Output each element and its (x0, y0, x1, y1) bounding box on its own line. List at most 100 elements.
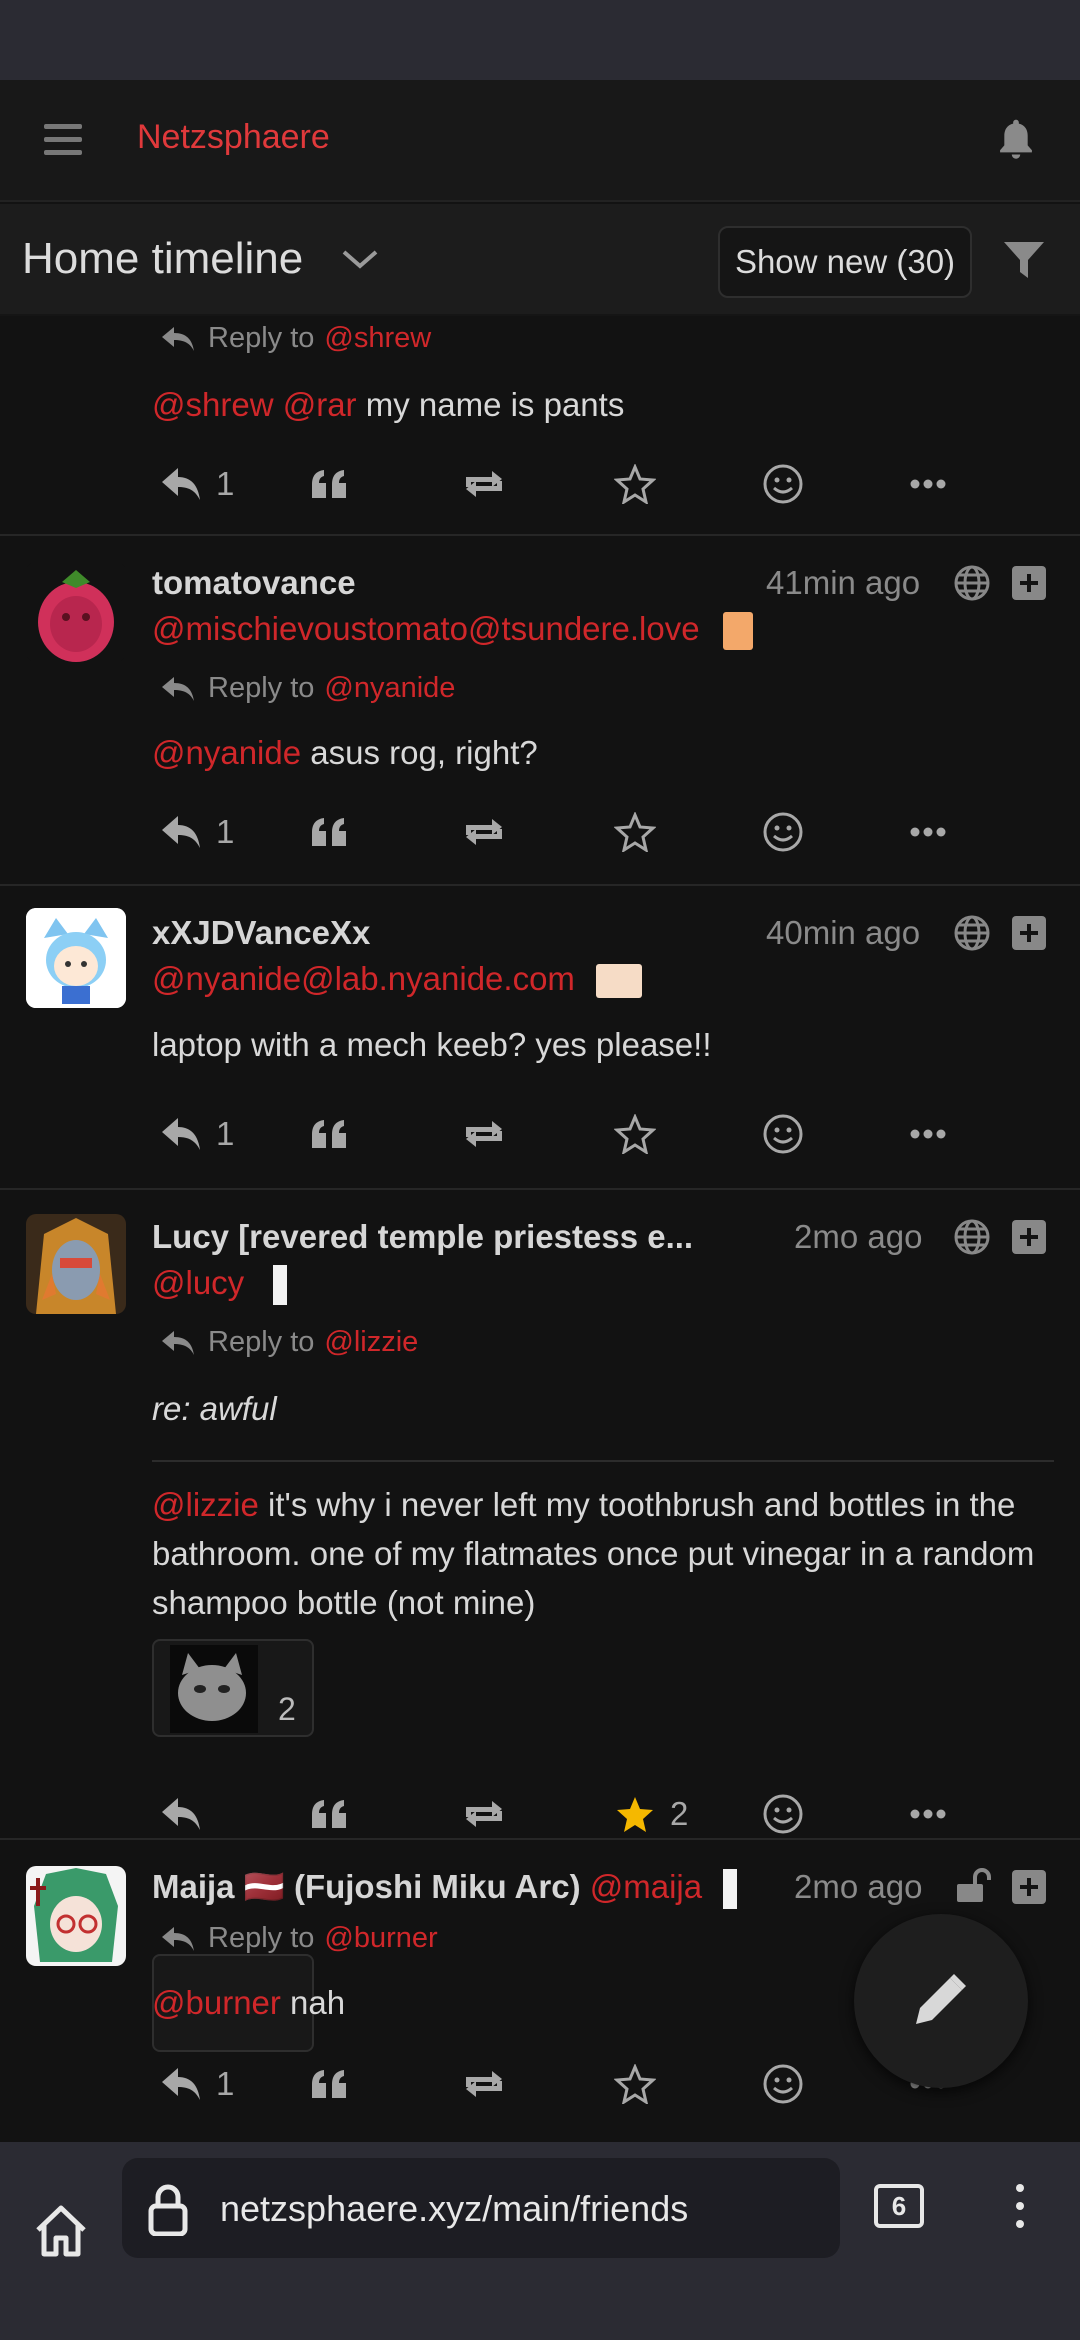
reply-to-mention[interactable]: @nyanide (324, 672, 455, 704)
instance-badge-icon (273, 1265, 288, 1306)
expand-plus-icon[interactable] (1012, 1220, 1046, 1254)
expand-plus-icon[interactable] (1012, 1870, 1046, 1904)
content-mention[interactable]: @burner (152, 1984, 281, 2021)
react-button[interactable] (762, 1784, 804, 1844)
more-button[interactable] (910, 1104, 946, 1164)
quote-button[interactable] (310, 1104, 350, 1164)
content-mention[interactable]: @rar (283, 386, 357, 423)
avatar[interactable] (26, 562, 126, 662)
account-handle[interactable]: @lucy (152, 1264, 288, 1306)
favorite-button[interactable]: 2 (614, 1784, 688, 1844)
avatar[interactable] (26, 1866, 126, 1966)
status-card: Reply to @shrew @shrew @rar my name is pa… (0, 316, 1080, 536)
display-name[interactable]: tomatovance (152, 564, 356, 602)
reply-button[interactable] (160, 1784, 202, 1844)
content-text: it's why i never left my toothbrush and … (152, 1486, 1035, 1621)
content-mention[interactable]: @shrew (152, 386, 274, 423)
timestamp[interactable]: 2mo ago (794, 1218, 922, 1256)
quote-button[interactable] (310, 2054, 350, 2114)
reply-to-mention[interactable]: @lizzie (324, 1326, 418, 1358)
favorite-button[interactable] (614, 802, 656, 862)
reply-count: 1 (216, 2065, 235, 2102)
home-icon[interactable] (32, 2202, 90, 2260)
status-actions: 1 (152, 1104, 1032, 1164)
repeat-button[interactable] (462, 1104, 506, 1164)
favorite-button[interactable] (614, 2054, 656, 2114)
attachment-preview[interactable]: 2 (152, 1639, 314, 1737)
emoji-icon (763, 812, 803, 852)
reply-button[interactable]: 1 (160, 454, 234, 514)
tab-switcher-button[interactable]: 6 (874, 2184, 924, 2228)
more-dots-icon (910, 1809, 946, 1819)
expand-plus-icon[interactable] (1012, 916, 1046, 950)
react-button[interactable] (762, 1104, 804, 1164)
repeat-button[interactable] (462, 802, 506, 862)
react-button[interactable] (762, 802, 804, 862)
display-name[interactable]: xXJDVanceXx (152, 914, 370, 952)
content-text: nah (280, 1984, 346, 2021)
favorite-button[interactable] (614, 1104, 656, 1164)
reply-button[interactable]: 1 (160, 1104, 234, 1164)
url-text[interactable]: netzsphaere.xyz/main/friends (220, 2188, 688, 2230)
reply-icon (162, 1798, 200, 1830)
content-mention[interactable]: @lizzie (152, 1486, 259, 1523)
reply-count: 1 (216, 1115, 235, 1152)
more-button[interactable] (910, 802, 946, 862)
menu-icon[interactable] (44, 124, 82, 156)
account-handle[interactable]: @mischievoustomato@tsundere.love (152, 610, 753, 651)
status-card: Lucy [revered temple priestess e... 2mo … (0, 1190, 1080, 2052)
cat-image (170, 1645, 258, 1733)
timestamp[interactable]: 40min ago (766, 914, 920, 952)
quote-icon (312, 1800, 346, 1828)
instance-brand[interactable]: Netzsphaere (137, 118, 330, 157)
avatar[interactable] (26, 908, 126, 1008)
favorite-button[interactable] (614, 454, 656, 514)
account-handle[interactable]: @nyanide@lab.nyanide.com (152, 960, 643, 999)
lock-icon[interactable] (148, 2182, 188, 2236)
status-card: xXJDVanceXx 40min ago @nyanide@lab.nyani… (0, 886, 1080, 1190)
show-new-button[interactable]: Show new (30) (718, 226, 972, 298)
status-subject[interactable]: re: awful (152, 1384, 1052, 1433)
timeline-title[interactable]: Home timeline (22, 234, 303, 284)
emoji-icon (763, 1114, 803, 1154)
reply-to-mention[interactable]: @shrew (324, 322, 431, 354)
content-mention[interactable]: @nyanide (152, 734, 301, 771)
repeat-icon (466, 471, 502, 497)
display-name[interactable]: Maija 🇱🇻 (Fujoshi Miku Arc) @maija (152, 1868, 738, 1910)
instance-badge-icon (596, 964, 643, 999)
repeat-button[interactable] (462, 454, 506, 514)
cirno-avatar-image (26, 908, 126, 1008)
chevron-down-icon[interactable] (340, 244, 380, 274)
compose-button[interactable] (854, 1914, 1028, 2088)
pencil-icon (916, 1974, 966, 2024)
reply-button[interactable]: 1 (160, 802, 234, 862)
timestamp[interactable]: 2mo ago (794, 1868, 922, 1906)
react-button[interactable] (762, 454, 804, 514)
reply-to-line: Reply to @lizzie (160, 1326, 418, 1359)
filter-icon[interactable] (1002, 238, 1046, 282)
timestamp[interactable]: 41min ago (766, 564, 920, 602)
avatar[interactable] (26, 1214, 126, 1314)
display-name[interactable]: Lucy [revered temple priestess e... (152, 1218, 693, 1256)
expand-plus-icon[interactable] (1012, 566, 1046, 600)
more-button[interactable] (910, 1784, 946, 1844)
quote-button[interactable] (310, 454, 350, 514)
repeat-button[interactable] (462, 1784, 506, 1844)
quote-icon (312, 470, 346, 498)
browser-menu-icon[interactable] (1014, 2184, 1026, 2234)
reply-to-mention[interactable]: @burner (324, 1922, 437, 1954)
status-content: @shrew @rar my name is pants (152, 380, 1052, 429)
reply-button[interactable]: 1 (160, 2054, 234, 2114)
react-button[interactable] (762, 2054, 804, 2114)
status-actions: 1 (152, 454, 1032, 514)
quote-button[interactable] (310, 802, 350, 862)
quote-button[interactable] (310, 1784, 350, 1844)
reply-to-label: Reply to (208, 1922, 315, 1954)
notifications-bell-icon[interactable] (994, 118, 1038, 164)
account-handle[interactable]: @maija (590, 1868, 702, 1905)
more-button[interactable] (910, 454, 946, 514)
status-actions: 1 (152, 802, 1032, 862)
star-filled-icon (617, 1797, 653, 1832)
repeat-button[interactable] (462, 2054, 506, 2114)
url-bar[interactable]: netzsphaere.xyz/main/friends (122, 2158, 840, 2258)
